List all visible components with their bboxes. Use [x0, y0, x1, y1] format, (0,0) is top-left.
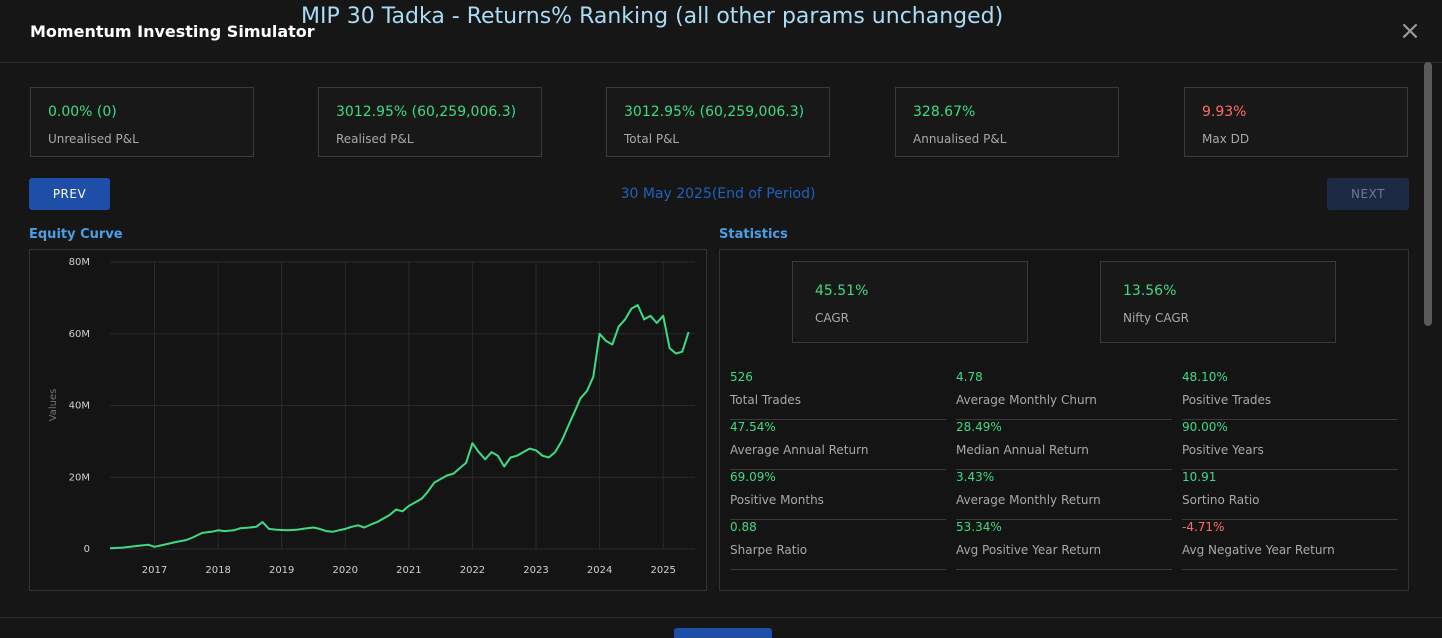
x-tick-label: 2018: [205, 565, 230, 576]
metric-positive-years: 90.00% Positive Years: [1182, 420, 1398, 470]
metric-value: 47.54%: [730, 420, 776, 434]
metric-median-annual-return: 28.49% Median Annual Return: [956, 420, 1172, 470]
statistics-panel: 45.51% CAGR 13.56% Nifty CAGR 526 Total …: [719, 249, 1409, 591]
y-tick-label: 40M: [69, 401, 90, 412]
x-tick-label: 2025: [650, 565, 675, 576]
metric-avg-monthly-churn: 4.78 Average Monthly Churn: [956, 370, 1172, 420]
metric-avg-annual-return: 47.54% Average Annual Return: [730, 420, 946, 470]
nifty-cagr-value: 13.56%: [1123, 283, 1177, 299]
unrealised-pnl-label: Unrealised P&L: [48, 132, 139, 146]
metric-label: Average Monthly Return: [956, 493, 1101, 507]
x-tick-label: 2020: [333, 565, 358, 576]
app-title: Momentum Investing Simulator: [30, 22, 315, 41]
metric-value: 0.88: [730, 520, 757, 534]
metric-value: 4.78: [956, 370, 983, 384]
equity-curve-title: Equity Curve: [29, 227, 123, 242]
max-dd-label: Max DD: [1202, 132, 1250, 146]
metric-label: Average Monthly Churn: [956, 393, 1097, 407]
metric-value: -4.71%: [1182, 520, 1225, 534]
y-tick-label: 20M: [69, 472, 90, 483]
x-tick-label: 2023: [523, 565, 548, 576]
nifty-cagr-label: Nifty CAGR: [1123, 311, 1189, 325]
unrealised-pnl-value: 0.00% (0): [48, 104, 117, 120]
next-button[interactable]: NEXT: [1327, 178, 1409, 210]
realised-pnl-value: 3012.95% (60,259,006.3): [336, 104, 517, 120]
x-tick-label: 2022: [460, 565, 485, 576]
max-dd-value: 9.93%: [1202, 104, 1247, 120]
realised-pnl-card: 3012.95% (60,259,006.3) Realised P&L: [318, 87, 542, 157]
metric-label: Sharpe Ratio: [730, 543, 808, 557]
metric-value: 90.00%: [1182, 420, 1228, 434]
cagr-value: 45.51%: [815, 283, 869, 299]
total-pnl-value: 3012.95% (60,259,006.3): [624, 104, 805, 120]
metric-value: 28.49%: [956, 420, 1002, 434]
metric-label: Avg Positive Year Return: [956, 543, 1102, 557]
metric-total-trades: 526 Total Trades: [730, 370, 946, 420]
metric-value: 526: [730, 370, 753, 384]
y-tick-label: 60M: [69, 329, 90, 340]
metric-value: 53.34%: [956, 520, 1002, 534]
x-tick-label: 2017: [142, 565, 167, 576]
y-tick-label: 0: [84, 544, 90, 555]
metric-label: Avg Negative Year Return: [1182, 543, 1335, 557]
statistics-title: Statistics: [719, 227, 788, 242]
equity-line: [109, 304, 690, 550]
x-tick-label: 2019: [269, 565, 294, 576]
x-tick-label: 2021: [396, 565, 421, 576]
equity-curve-chart: 0 20M 40M 60M 80M 2017 2018 2019 2020 2021 2022 202…: [29, 249, 707, 591]
metric-label: Positive Months: [730, 493, 824, 507]
y-axis-title: Values: [48, 389, 59, 422]
metric-positive-months: 69.09% Positive Months: [730, 470, 946, 520]
metric-sortino-ratio: 10.91 Sortino Ratio: [1182, 470, 1398, 520]
annualised-pnl-value: 328.67%: [913, 104, 976, 120]
metric-label: Median Annual Return: [956, 443, 1089, 457]
metric-positive-trades: 48.10% Positive Trades: [1182, 370, 1398, 420]
close-icon[interactable]: ×: [1396, 16, 1424, 46]
metric-sharpe-ratio: 0.88 Sharpe Ratio: [730, 520, 946, 570]
metric-avg-negative-year-return: -4.71% Avg Negative Year Return: [1182, 520, 1398, 570]
metric-value: 69.09%: [730, 470, 776, 484]
metric-label: Positive Trades: [1182, 393, 1272, 407]
metric-avg-positive-year-return: 53.34% Avg Positive Year Return: [956, 520, 1172, 570]
cagr-card: 45.51% CAGR: [792, 261, 1028, 343]
metric-value: 48.10%: [1182, 370, 1228, 384]
metric-label: Positive Years: [1182, 443, 1264, 457]
nifty-cagr-card: 13.56% Nifty CAGR: [1100, 261, 1336, 343]
metric-label: Sortino Ratio: [1182, 493, 1260, 507]
metric-label: Average Annual Return: [730, 443, 869, 457]
realised-pnl-label: Realised P&L: [336, 132, 414, 146]
total-pnl-label: Total P&L: [624, 132, 680, 146]
cagr-label: CAGR: [815, 311, 850, 325]
total-pnl-card: 3012.95% (60,259,006.3) Total P&L: [606, 87, 830, 157]
metric-value: 10.91: [1182, 470, 1217, 484]
footer-divider: [0, 617, 1442, 618]
overlay-title: MIP 30 Tadka - Returns% Ranking (all oth…: [301, 4, 1004, 29]
y-tick-label: 80M: [69, 257, 90, 268]
annualised-pnl-label: Annualised P&L: [913, 132, 1007, 146]
x-tick-label: 2024: [587, 565, 612, 576]
unrealised-pnl-card: 0.00% (0) Unrealised P&L: [30, 87, 254, 157]
metric-avg-monthly-return: 3.43% Average Monthly Return: [956, 470, 1172, 520]
footer-button[interactable]: [674, 628, 772, 638]
annualised-pnl-card: 328.67% Annualised P&L: [895, 87, 1119, 157]
period-label: 30 May 2025(End of Period): [620, 186, 816, 202]
max-dd-card: 9.93% Max DD: [1184, 87, 1408, 157]
metric-label: Total Trades: [730, 393, 801, 407]
modal-header: Momentum Investing Simulator MIP 30 Tadk…: [0, 0, 1442, 63]
metric-value: 3.43%: [956, 470, 995, 484]
equity-curve-svg: 0 20M 40M 60M 80M 2017 2018 2019 2020 2021 2022 202…: [48, 257, 695, 576]
simulator-modal: Momentum Investing Simulator MIP 30 Tadk…: [0, 0, 1442, 638]
